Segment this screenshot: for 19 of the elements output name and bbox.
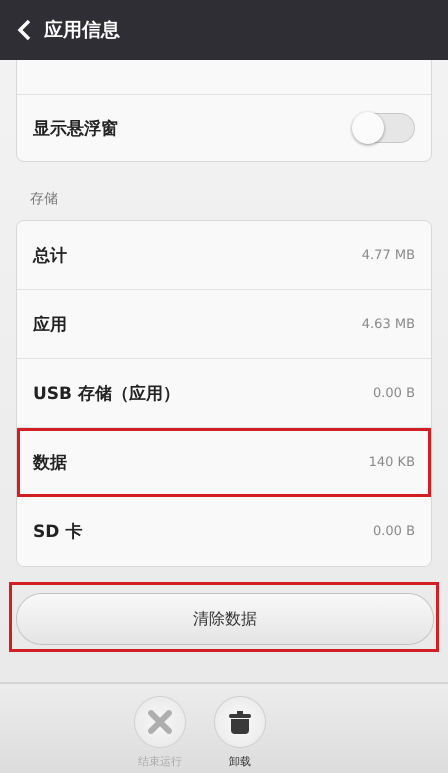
storage-label: 总计 [33,244,67,266]
storage-value: 0.00 B [373,386,415,400]
action-label: 卸载 [229,754,251,769]
setting-label: 显示悬浮窗 [33,118,118,140]
clear-data-button[interactable]: 清除数据 [16,593,434,645]
toggle-switch[interactable] [353,113,415,143]
uninstall-button[interactable] [214,696,266,748]
storage-value: 140 KB [368,454,415,470]
storage-value: 4.77 MB [362,248,415,262]
cross-icon [147,709,173,735]
storage-label: 应用 [33,314,67,336]
screen-title: 应用信息 [44,18,120,43]
section-label: 存储 [29,190,59,209]
trash-icon [227,709,253,735]
storage-value: 4.63 MB [362,316,415,332]
storage-label: 数据 [33,452,67,474]
storage-label: SD 卡 [33,521,82,543]
storage-value: 0.00 B [373,524,415,539]
storage-label: USB 存储（应用） [33,382,180,404]
